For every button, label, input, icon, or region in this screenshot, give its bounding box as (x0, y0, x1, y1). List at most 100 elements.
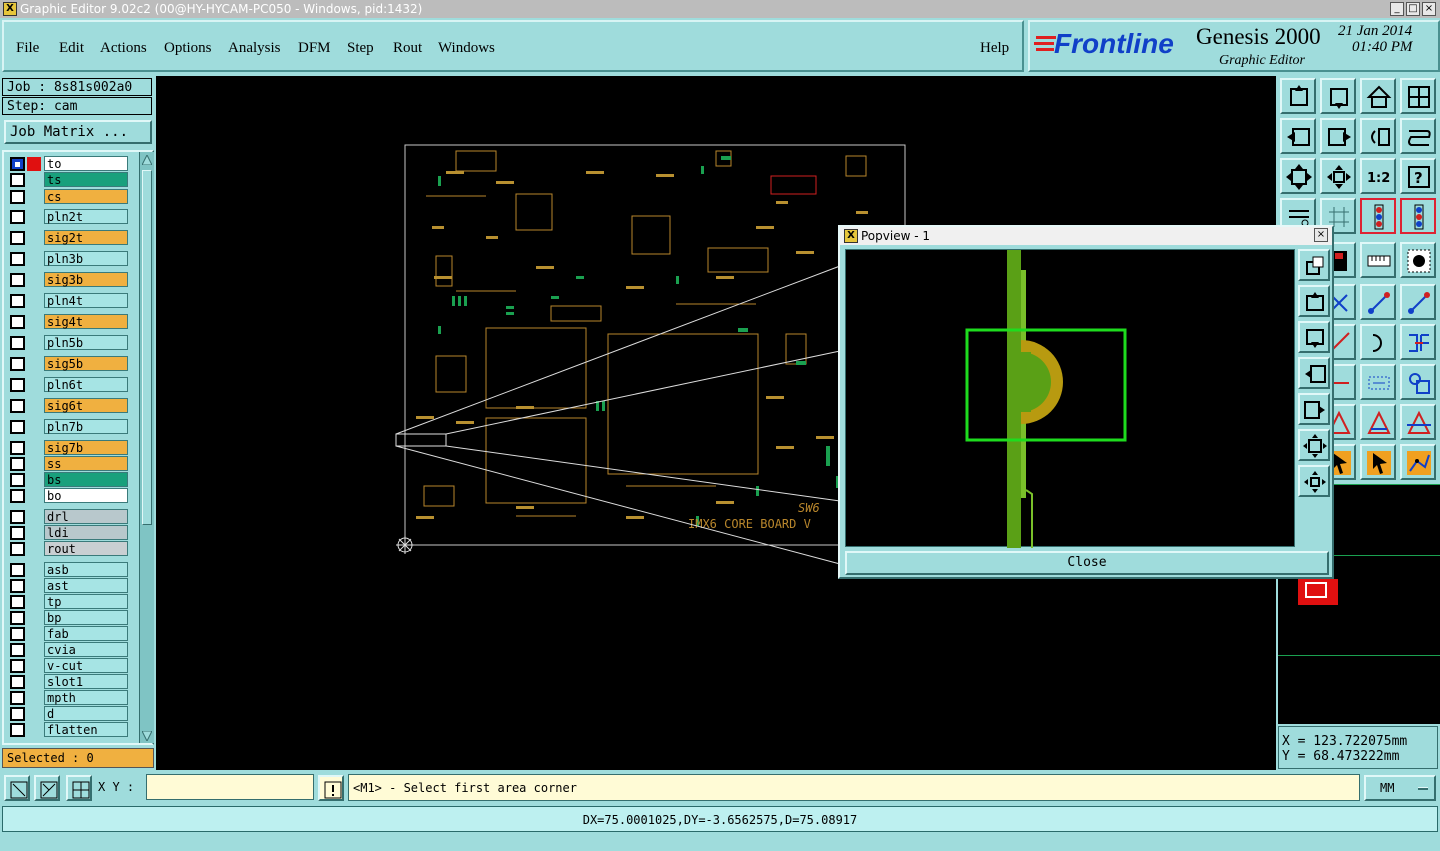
layer-name[interactable]: cvia (44, 642, 128, 657)
units-selector[interactable]: MM (1364, 775, 1436, 801)
tool-zoom-in-icon[interactable] (1320, 78, 1356, 114)
layer-checkbox[interactable] (10, 542, 25, 556)
tool-connector-icon[interactable] (1400, 324, 1436, 360)
alert-icon[interactable] (318, 775, 344, 801)
tool-net-blue-icon[interactable] (1360, 198, 1396, 234)
layer-row-d[interactable]: d (10, 706, 128, 722)
tool-pan-right-icon[interactable] (1320, 118, 1356, 154)
layer-row-drl[interactable]: drl (10, 509, 128, 525)
layer-name[interactable]: v-cut (44, 658, 128, 673)
xy-input[interactable] (146, 774, 314, 800)
layer-name[interactable]: slot1 (44, 674, 128, 689)
layer-row-pln4t[interactable]: pln4t (10, 293, 128, 309)
snap-tool-2-icon[interactable] (34, 775, 60, 801)
layer-row-rout[interactable]: rout (10, 541, 128, 557)
layer-name[interactable]: pln6t (44, 377, 128, 392)
layer-name[interactable]: mpth (44, 690, 128, 705)
layer-row-cs[interactable]: cs (10, 189, 128, 205)
menu-actions[interactable]: Actions (100, 40, 147, 57)
tool-pan-left-icon[interactable] (1280, 118, 1316, 154)
tool-arc-icon[interactable] (1360, 324, 1396, 360)
menu-dfm[interactable]: DFM (298, 40, 331, 57)
layer-checkbox[interactable] (10, 231, 25, 245)
layer-checkbox[interactable] (10, 526, 25, 540)
layer-checkbox[interactable] (10, 707, 25, 721)
layer-checkbox[interactable] (10, 336, 25, 350)
layer-checkbox[interactable] (10, 457, 25, 471)
layer-name[interactable]: fab (44, 626, 128, 641)
layer-name[interactable]: pln3b (44, 251, 128, 266)
layer-row-ldi[interactable]: ldi (10, 525, 128, 541)
layer-checkbox[interactable] (10, 357, 25, 371)
tool-fit-icon[interactable] (1280, 158, 1316, 194)
layer-row-pln5b[interactable]: pln5b (10, 335, 128, 351)
menu-options[interactable]: Options (164, 40, 212, 57)
layer-row-to[interactable]: to (10, 156, 128, 172)
layer-row-flatten[interactable]: flatten (10, 722, 128, 738)
layer-name[interactable]: ss (44, 456, 128, 471)
layer-row-fab[interactable]: fab (10, 626, 128, 642)
layer-checkbox[interactable] (10, 627, 25, 641)
popview-tool-7-icon[interactable] (1298, 465, 1330, 497)
layer-name[interactable]: tp (44, 594, 128, 609)
tool-center-icon[interactable] (1320, 158, 1356, 194)
snap-tool-1-icon[interactable] (4, 775, 30, 801)
menu-edit[interactable]: Edit (59, 40, 84, 57)
popview-tool-1-icon[interactable] (1298, 249, 1330, 281)
layer-name[interactable]: pln5b (44, 335, 128, 350)
tool-zoom-home-icon[interactable] (1280, 78, 1316, 114)
tool-ruler-icon[interactable] (1360, 242, 1396, 278)
close-window-button[interactable]: × (1422, 2, 1436, 16)
job-matrix-button[interactable]: Job Matrix ... (4, 120, 152, 144)
menu-windows[interactable]: Windows (438, 40, 495, 57)
tool-scale-1-2-icon[interactable]: 1:2 (1360, 158, 1396, 194)
menu-help[interactable]: Help (980, 40, 1009, 57)
popview-tool-3-icon[interactable] (1298, 321, 1330, 353)
layer-name[interactable]: d (44, 706, 128, 721)
layer-checkbox[interactable] (10, 691, 25, 705)
tool-triangle-red-icon[interactable] (1400, 404, 1436, 440)
layer-checkbox[interactable] (10, 420, 25, 434)
mini-map-viewport[interactable] (1298, 579, 1338, 605)
layer-name[interactable]: bp (44, 610, 128, 625)
maximize-button[interactable]: □ (1406, 2, 1420, 16)
popview-tool-5-icon[interactable] (1298, 393, 1330, 425)
layer-row-pln3b[interactable]: pln3b (10, 251, 128, 267)
layer-name[interactable]: flatten (44, 722, 128, 737)
layer-name[interactable]: ast (44, 578, 128, 593)
scroll-up-arrow-icon[interactable] (141, 153, 153, 166)
layer-checkbox[interactable] (10, 510, 25, 524)
tool-help-icon[interactable]: ? (1400, 158, 1436, 194)
layer-scroll-thumb[interactable] (142, 170, 152, 525)
layer-checkbox[interactable] (10, 378, 25, 392)
menu-analysis[interactable]: Analysis (228, 40, 281, 57)
layer-name[interactable]: sig5b (44, 356, 128, 371)
popview-canvas[interactable] (845, 249, 1295, 548)
layer-row-sig7b[interactable]: sig7b (10, 440, 128, 456)
tool-home-icon[interactable] (1360, 78, 1396, 114)
layer-checkbox[interactable] (10, 252, 25, 266)
tool-measure-icon[interactable] (1360, 284, 1396, 320)
layer-name[interactable]: ldi (44, 525, 128, 540)
layer-checkbox[interactable] (10, 611, 25, 625)
tool-pointer-icon[interactable] (1360, 444, 1396, 480)
tool-shapes-icon[interactable] (1400, 364, 1436, 400)
layer-checkbox[interactable] (10, 190, 25, 204)
layer-row-tp[interactable]: tp (10, 594, 128, 610)
scroll-down-arrow-icon[interactable] (141, 730, 153, 743)
layer-name[interactable]: ts (44, 172, 128, 187)
layer-row-pln7b[interactable]: pln7b (10, 419, 128, 435)
layer-checkbox[interactable] (10, 441, 25, 455)
layer-name[interactable]: asb (44, 562, 128, 577)
layer-row-ss[interactable]: ss (10, 456, 128, 472)
layer-row-ts[interactable]: ts (10, 172, 128, 188)
layer-row-pln2t[interactable]: pln2t (10, 209, 128, 225)
layer-row-asb[interactable]: asb (10, 562, 128, 578)
layer-checkbox[interactable] (10, 489, 25, 503)
layer-name[interactable]: to (44, 156, 128, 171)
tool-triangle-blue-icon[interactable] (1360, 404, 1396, 440)
tool-pad-icon[interactable] (1400, 242, 1436, 278)
minimize-button[interactable]: _ (1390, 2, 1404, 16)
layer-row-sig2t[interactable]: sig2t (10, 230, 128, 246)
layer-row-cvia[interactable]: cvia (10, 642, 128, 658)
